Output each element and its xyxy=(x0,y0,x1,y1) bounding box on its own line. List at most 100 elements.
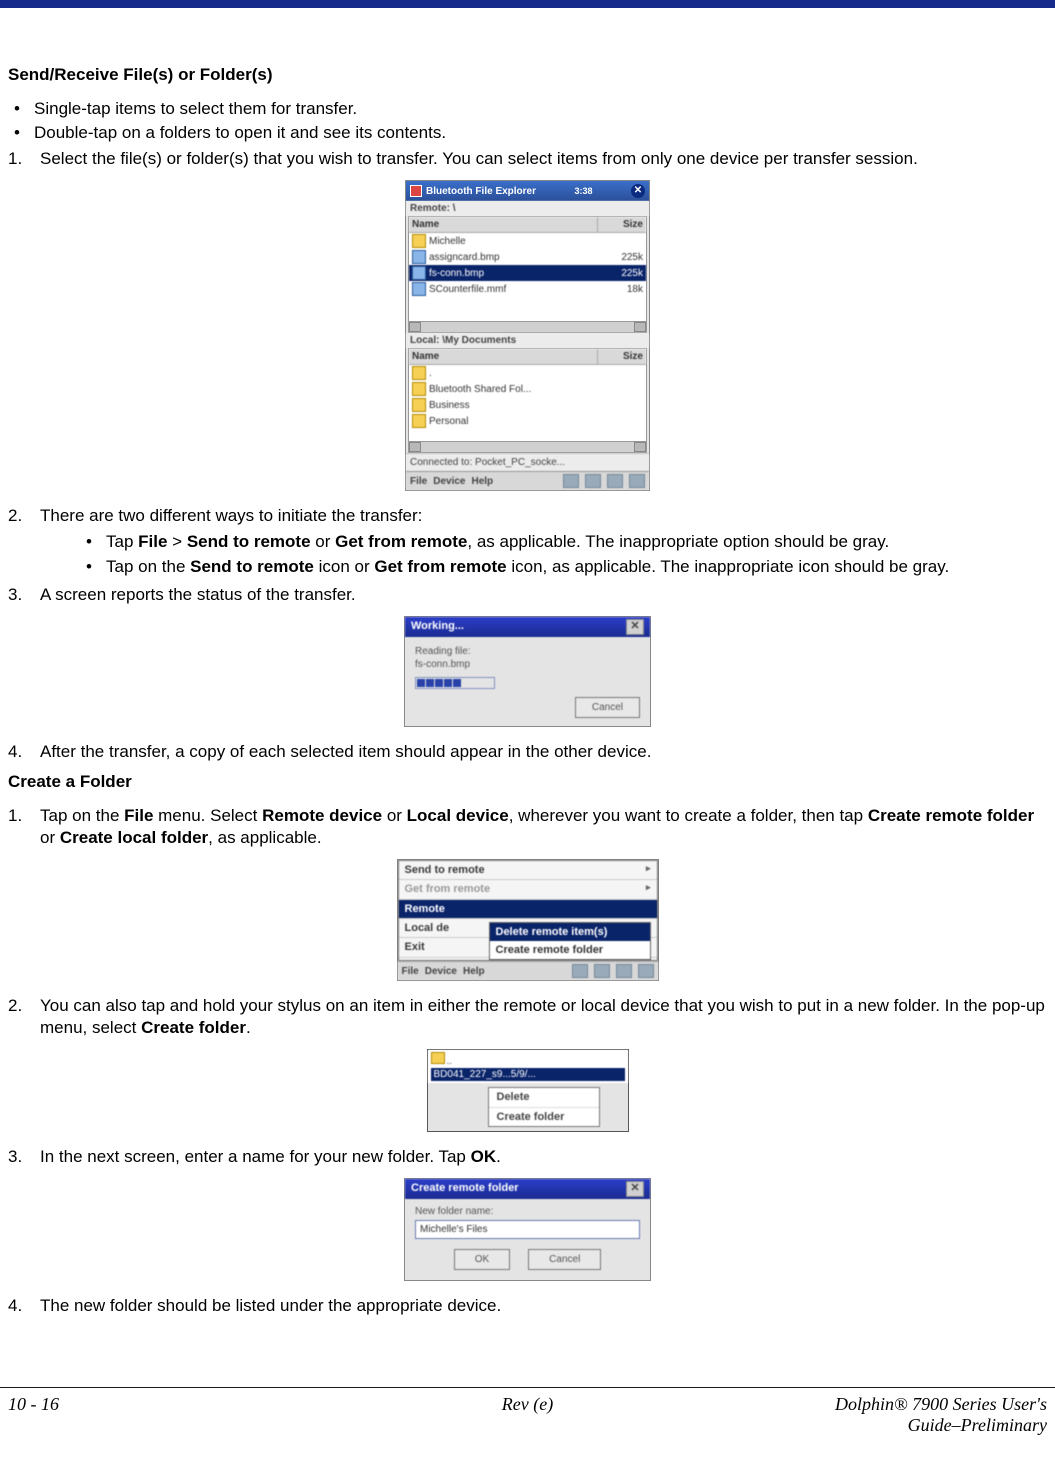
list-item[interactable]: Bluetooth Shared Fol... xyxy=(409,381,646,397)
toolbar-icon[interactable] xyxy=(563,474,579,488)
toolbar-icon[interactable] xyxy=(594,964,610,978)
list-item-selected[interactable]: BD041_227_s9...5/9/... xyxy=(431,1068,625,1081)
list-item-selected[interactable]: fs-conn.bmp225k xyxy=(409,265,646,281)
popup-item-create-folder[interactable]: Create folder xyxy=(489,1107,599,1126)
list-item[interactable]: Michelle xyxy=(409,233,646,249)
step-4: 4. After the transfer, a copy of each se… xyxy=(8,741,1047,763)
chevron-right-icon: ▸ xyxy=(646,863,651,877)
ok-button[interactable]: OK xyxy=(454,1249,510,1270)
file-icon xyxy=(412,282,426,296)
toolbar-icon[interactable] xyxy=(607,474,623,488)
list-item[interactable]: Business xyxy=(409,397,646,413)
col-name: Name xyxy=(409,217,598,232)
dialog-title: Working... xyxy=(411,619,464,635)
close-icon[interactable]: ✕ xyxy=(626,619,644,635)
list-item[interactable]: SCounterfile.mmf18k xyxy=(409,281,646,297)
menu-device[interactable]: Device xyxy=(425,965,457,978)
screenshot-create-folder-dialog: Create remote folder ✕ New folder name: … xyxy=(404,1178,651,1281)
toolbar-icon[interactable] xyxy=(585,474,601,488)
submenu-item[interactable]: Delete remote item(s) xyxy=(490,923,650,941)
step-number: 1. xyxy=(8,148,34,170)
dialog-title: Create remote folder xyxy=(411,1181,519,1197)
remote-path-label: Remote: \ xyxy=(406,201,649,216)
status-line-2: fs-conn.bmp xyxy=(415,658,640,671)
step-text: The new folder should be listed under th… xyxy=(40,1296,501,1315)
top-accent-bar xyxy=(0,0,1055,8)
col-name: Name xyxy=(409,349,598,364)
toolbar-icon[interactable] xyxy=(572,964,588,978)
screenshot-file-menu: Send to remote▸ Get from remote▸ Remote … xyxy=(397,859,659,981)
folder-icon xyxy=(412,414,426,428)
menu-item-selected[interactable]: Remote xyxy=(399,900,657,919)
step-2: 2. There are two different ways to initi… xyxy=(8,505,1047,577)
step-cf-1: 1. Tap on the File menu. Select Remote d… xyxy=(8,805,1047,849)
menu-help[interactable]: Help xyxy=(471,475,493,488)
page-footer: 10 - 16 Rev (e) Dolphin® 7900 Series Use… xyxy=(0,1394,1055,1456)
toolbar-icon[interactable] xyxy=(616,964,632,978)
menu-item-disabled: Get from remote▸ xyxy=(399,880,657,899)
revision: Rev (e) xyxy=(354,1394,700,1436)
steps-send-receive: 1. Select the file(s) or folder(s) that … xyxy=(8,148,1047,170)
bullet-double-tap: Double-tap on a folders to open it and s… xyxy=(8,122,1047,144)
popup-menu: Delete Create folder xyxy=(488,1087,600,1127)
list-item[interactable]: Personal xyxy=(409,413,646,429)
submenu: Delete remote item(s) Create remote fold… xyxy=(489,922,651,961)
screenshot-working-dialog: Working... ✕ Reading file: fs-conn.bmp C… xyxy=(404,616,651,727)
screenshot-context-menu: .. BD041_227_s9...5/9/... Delete Create … xyxy=(427,1049,629,1132)
page-content: Send/Receive File(s) or Folder(s) Single… xyxy=(0,8,1055,1317)
guide-title: Dolphin® 7900 Series User's Guide–Prelim… xyxy=(701,1394,1047,1436)
keyboard-icon[interactable] xyxy=(638,964,654,978)
step-text: Select the file(s) or folder(s) that you… xyxy=(40,149,918,168)
keyboard-icon[interactable] xyxy=(629,474,645,488)
local-path-label: Local: \My Documents xyxy=(406,333,649,348)
col-size: Size xyxy=(598,349,646,364)
step-cf-2: 2. You can also tap and hold your stylus… xyxy=(8,995,1047,1039)
cancel-button[interactable]: Cancel xyxy=(575,697,640,718)
clock-text: 3:38 xyxy=(575,186,593,198)
step-1: 1. Select the file(s) or folder(s) that … xyxy=(8,148,1047,170)
status-text: Connected to: Pocket_PC_socke... xyxy=(406,453,649,471)
substep-a: Tap File > Send to remote or Get from re… xyxy=(80,531,1047,553)
menu-file[interactable]: File xyxy=(402,965,419,978)
popup-item-delete[interactable]: Delete xyxy=(489,1088,599,1106)
folder-icon xyxy=(412,398,426,412)
menu-device[interactable]: Device xyxy=(433,475,465,488)
folder-icon xyxy=(412,234,426,248)
close-icon[interactable]: ✕ xyxy=(626,1181,644,1197)
step-text: A screen reports the status of the trans… xyxy=(40,585,356,604)
status-line-1: Reading file: xyxy=(415,645,640,658)
folder-icon xyxy=(431,1052,445,1064)
file-icon xyxy=(412,266,426,280)
bullet-single-tap: Single-tap items to select them for tran… xyxy=(8,98,1047,120)
menu-help[interactable]: Help xyxy=(463,965,485,978)
folder-icon xyxy=(412,382,426,396)
step-cf-3: 3. In the next screen, enter a name for … xyxy=(8,1146,1047,1168)
step-3: 3. A screen reports the status of the tr… xyxy=(8,584,1047,606)
remote-panel: Name Size Michelle assigncard.bmp225k fs… xyxy=(408,216,647,333)
folder-name-input[interactable]: Michelle's Files xyxy=(415,1220,640,1239)
file-icon xyxy=(412,250,426,264)
progress-bar xyxy=(415,677,495,689)
substep-b: Tap on the Send to remote icon or Get fr… xyxy=(80,556,1047,578)
folder-icon xyxy=(412,366,426,380)
menu-file[interactable]: File xyxy=(410,475,427,488)
list-item[interactable]: . xyxy=(409,365,646,381)
page-number: 10 - 16 xyxy=(8,1394,354,1436)
list-item[interactable]: assigncard.bmp225k xyxy=(409,249,646,265)
submenu-item[interactable]: Create remote folder xyxy=(490,941,650,959)
local-panel: Name Size . Bluetooth Shared Fol... Busi… xyxy=(408,348,647,453)
section-title-create-folder: Create a Folder xyxy=(8,771,1047,793)
section-title-send-receive: Send/Receive File(s) or Folder(s) xyxy=(8,64,1047,86)
menu-item[interactable]: Send to remote▸ xyxy=(399,861,657,880)
step-text: There are two different ways to initiate… xyxy=(40,506,422,525)
close-icon[interactable]: ✕ xyxy=(631,184,645,198)
screenshot-bluetooth-file-explorer: Bluetooth File Explorer 3:38 ✕ Remote: \… xyxy=(405,180,650,491)
step-cf-4: 4. The new folder should be listed under… xyxy=(8,1295,1047,1317)
col-size: Size xyxy=(598,217,646,232)
window-title: Bluetooth File Explorer xyxy=(426,185,536,198)
input-label: New folder name: xyxy=(415,1205,640,1218)
footer-rule xyxy=(0,1387,1055,1388)
cancel-button[interactable]: Cancel xyxy=(528,1249,601,1270)
step-text: After the transfer, a copy of each selec… xyxy=(40,742,651,761)
intro-bullets: Single-tap items to select them for tran… xyxy=(8,98,1047,144)
